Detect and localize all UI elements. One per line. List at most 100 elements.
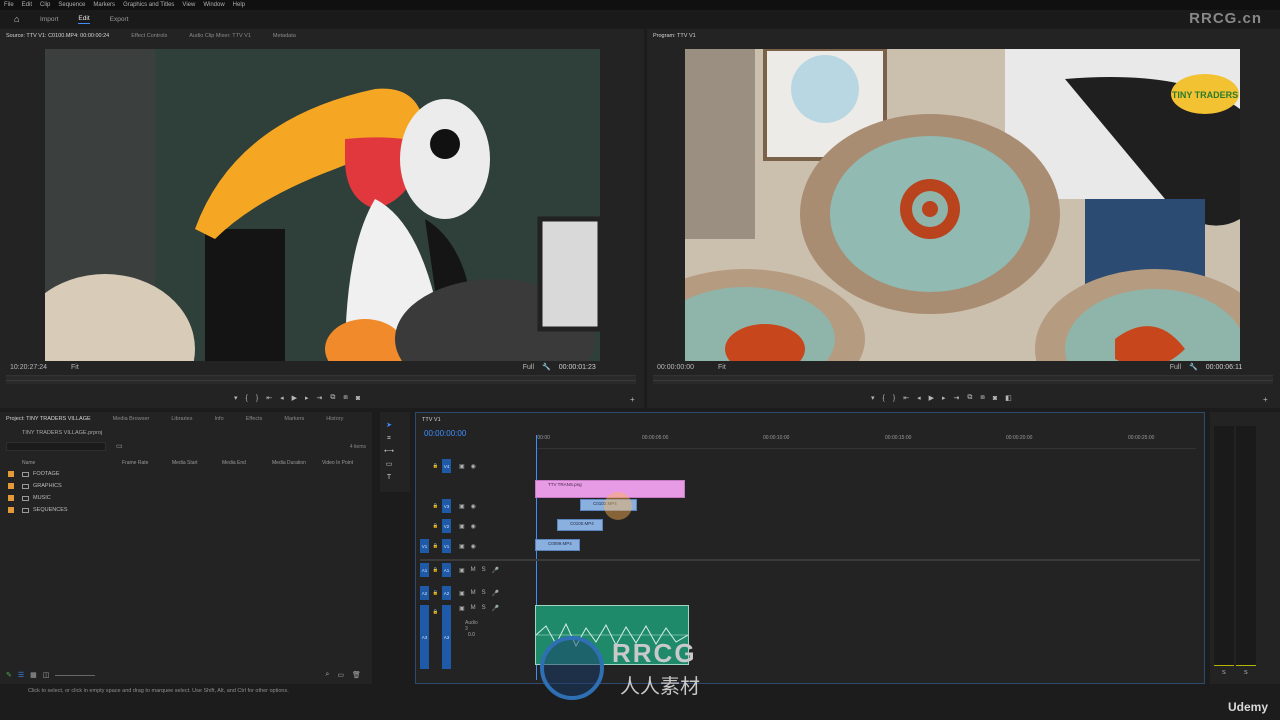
slip-tool-icon[interactable]: ⟷ <box>384 447 394 457</box>
track-target-a3[interactable]: A3 <box>442 605 451 669</box>
film-icon[interactable]: ▣ <box>459 605 465 612</box>
tab-libraries[interactable]: Libraries <box>171 416 192 422</box>
zoom-slider[interactable] <box>55 674 96 676</box>
ripple-edit-tool-icon[interactable]: ⌗ <box>384 434 394 444</box>
program-scrub-bar[interactable] <box>653 375 1273 384</box>
program-play-icon[interactable]: ▶ <box>929 394 934 402</box>
program-marker-icon[interactable]: ▾ <box>871 394 875 402</box>
lock-icon[interactable]: 🔒 <box>431 539 440 553</box>
type-tool-icon[interactable]: T <box>384 473 394 483</box>
menu-clip[interactable]: Clip <box>40 2 50 8</box>
film-icon[interactable]: ▣ <box>459 590 465 597</box>
clip-c0100[interactable]: C0100.MP4 <box>557 519 603 531</box>
film-icon[interactable]: ▣ <box>459 523 465 530</box>
timeline-timecode[interactable]: 00:00:00:00 <box>424 429 466 438</box>
col-media-duration[interactable]: Media Duration <box>272 460 306 466</box>
program-go-to-out-icon[interactable]: ⇥ <box>954 394 960 402</box>
source-quality-select[interactable]: Full <box>523 364 534 371</box>
new-bin-icon[interactable]: ▭ <box>116 442 123 450</box>
tab-project[interactable]: Project: TINY TRADERS VILLAGE <box>6 416 91 422</box>
extract-icon[interactable]: ⧈ <box>980 394 984 402</box>
source-patch-v[interactable] <box>420 519 429 533</box>
tab-info[interactable]: Info <box>214 416 223 422</box>
source-patch-v1[interactable]: V1 <box>420 539 429 553</box>
home-icon[interactable]: ⌂ <box>14 14 26 24</box>
source-patch-a1[interactable]: A1 <box>420 563 429 577</box>
source-patch-v[interactable] <box>420 459 429 473</box>
bin-row[interactable]: GRAPHICS <box>8 481 62 491</box>
meter-solo-left[interactable]: S <box>1222 670 1226 676</box>
program-frame[interactable]: TINY TRADERS <box>685 49 1240 361</box>
mark-out-icon[interactable]: } <box>256 395 258 402</box>
mic-icon[interactable]: 🎤 <box>492 605 499 612</box>
tab-effects[interactable]: Effects <box>246 416 263 422</box>
workspace-edit[interactable]: Edit <box>78 15 90 24</box>
workspace-export[interactable]: Export <box>110 16 129 23</box>
trash-icon[interactable]: 🗑 <box>352 671 361 679</box>
tab-history[interactable]: History <box>326 416 343 422</box>
program-quality-select[interactable]: Full <box>1170 364 1181 371</box>
program-go-to-in-icon[interactable]: ⇤ <box>903 394 909 402</box>
camera-icon[interactable]: ◙ <box>356 395 360 402</box>
selection-tool-icon[interactable]: ➤ <box>384 421 394 431</box>
menu-graphics[interactable]: Graphics and Titles <box>123 2 174 8</box>
col-frame-rate[interactable]: Frame Rate <box>122 460 148 466</box>
tab-metadata[interactable]: Metadata <box>273 33 296 39</box>
list-view-icon[interactable]: ☰ <box>18 671 24 679</box>
lock-icon[interactable]: 🔒 <box>431 519 440 533</box>
source-patch-v[interactable] <box>420 499 429 513</box>
menu-file[interactable]: File <box>4 2 14 8</box>
bin-row[interactable]: FOOTAGE <box>8 469 59 479</box>
track-target-v3[interactable]: V3 <box>442 499 451 513</box>
add-button-icon[interactable]: + <box>630 395 635 404</box>
program-camera-icon[interactable]: ◙ <box>993 395 997 402</box>
tab-sequence[interactable]: TTV V1 <box>422 417 441 423</box>
track-target-v2[interactable]: V2 <box>442 519 451 533</box>
tab-markers[interactable]: Markers <box>284 416 304 422</box>
eye-icon[interactable]: ◉ <box>471 543 476 550</box>
overwrite-icon[interactable]: ⧈ <box>343 394 347 402</box>
track-target-v1[interactable]: V1 <box>442 539 451 553</box>
source-scrub-bar[interactable] <box>6 375 636 384</box>
program-fit-select[interactable]: Fit <box>718 364 726 371</box>
play-icon[interactable]: ▶ <box>292 394 297 402</box>
source-timecode-left[interactable]: 10:20:27:24 <box>10 364 47 371</box>
go-to-in-icon[interactable]: ⇤ <box>266 394 272 402</box>
mute-icon[interactable]: M <box>471 567 476 573</box>
program-step-back-icon[interactable]: ◂ <box>917 394 921 402</box>
lock-icon[interactable]: 🔒 <box>431 605 440 619</box>
solo-icon[interactable]: S <box>482 590 486 596</box>
program-mark-out-icon[interactable]: } <box>893 395 895 402</box>
compare-icon[interactable]: ◧ <box>1005 394 1012 402</box>
rectangle-tool-icon[interactable]: ▭ <box>384 460 394 470</box>
film-icon[interactable]: ▣ <box>459 543 465 550</box>
col-media-end[interactable]: Media End <box>222 460 246 466</box>
lift-icon[interactable]: ⧉ <box>967 394 972 402</box>
audio3-volume[interactable]: 0.0 <box>468 632 475 638</box>
eye-icon[interactable]: ◉ <box>471 523 476 530</box>
track-target-a1[interactable]: A1 <box>442 563 451 577</box>
source-frame[interactable] <box>45 49 600 361</box>
program-step-forward-icon[interactable]: ▸ <box>942 394 946 402</box>
lock-icon[interactable]: 🔒 <box>431 499 440 513</box>
eye-icon[interactable]: ◉ <box>471 463 476 470</box>
film-icon[interactable]: ▣ <box>459 463 465 470</box>
source-fit-select[interactable]: Fit <box>71 364 79 371</box>
mic-icon[interactable]: 🎤 <box>492 590 499 597</box>
menu-help[interactable]: Help <box>233 2 245 8</box>
go-to-out-icon[interactable]: ⇥ <box>317 394 323 402</box>
tab-audio-clip-mixer[interactable]: Audio Clip Mixer: TTV V1 <box>189 33 251 39</box>
meter-solo-right[interactable]: S <box>1244 670 1248 676</box>
solo-icon[interactable]: S <box>482 605 486 611</box>
col-video-in-point[interactable]: Video In Point <box>322 460 353 466</box>
tab-media-browser[interactable]: Media Browser <box>113 416 150 422</box>
marker-icon[interactable]: ▾ <box>234 394 238 402</box>
lock-icon[interactable]: 🔒 <box>431 563 440 577</box>
tab-source[interactable]: Source: TTV V1: C0100.MP4: 00:00:00:24 <box>6 33 109 39</box>
lock-icon[interactable]: 🔒 <box>431 586 440 600</box>
source-patch-a2[interactable]: A2 <box>420 586 429 600</box>
freeform-view-icon[interactable]: ◫ <box>43 671 50 679</box>
program-mark-in-icon[interactable]: { <box>883 395 885 402</box>
lock-icon[interactable]: 🔒 <box>431 459 440 473</box>
step-back-icon[interactable]: ◂ <box>280 394 284 402</box>
